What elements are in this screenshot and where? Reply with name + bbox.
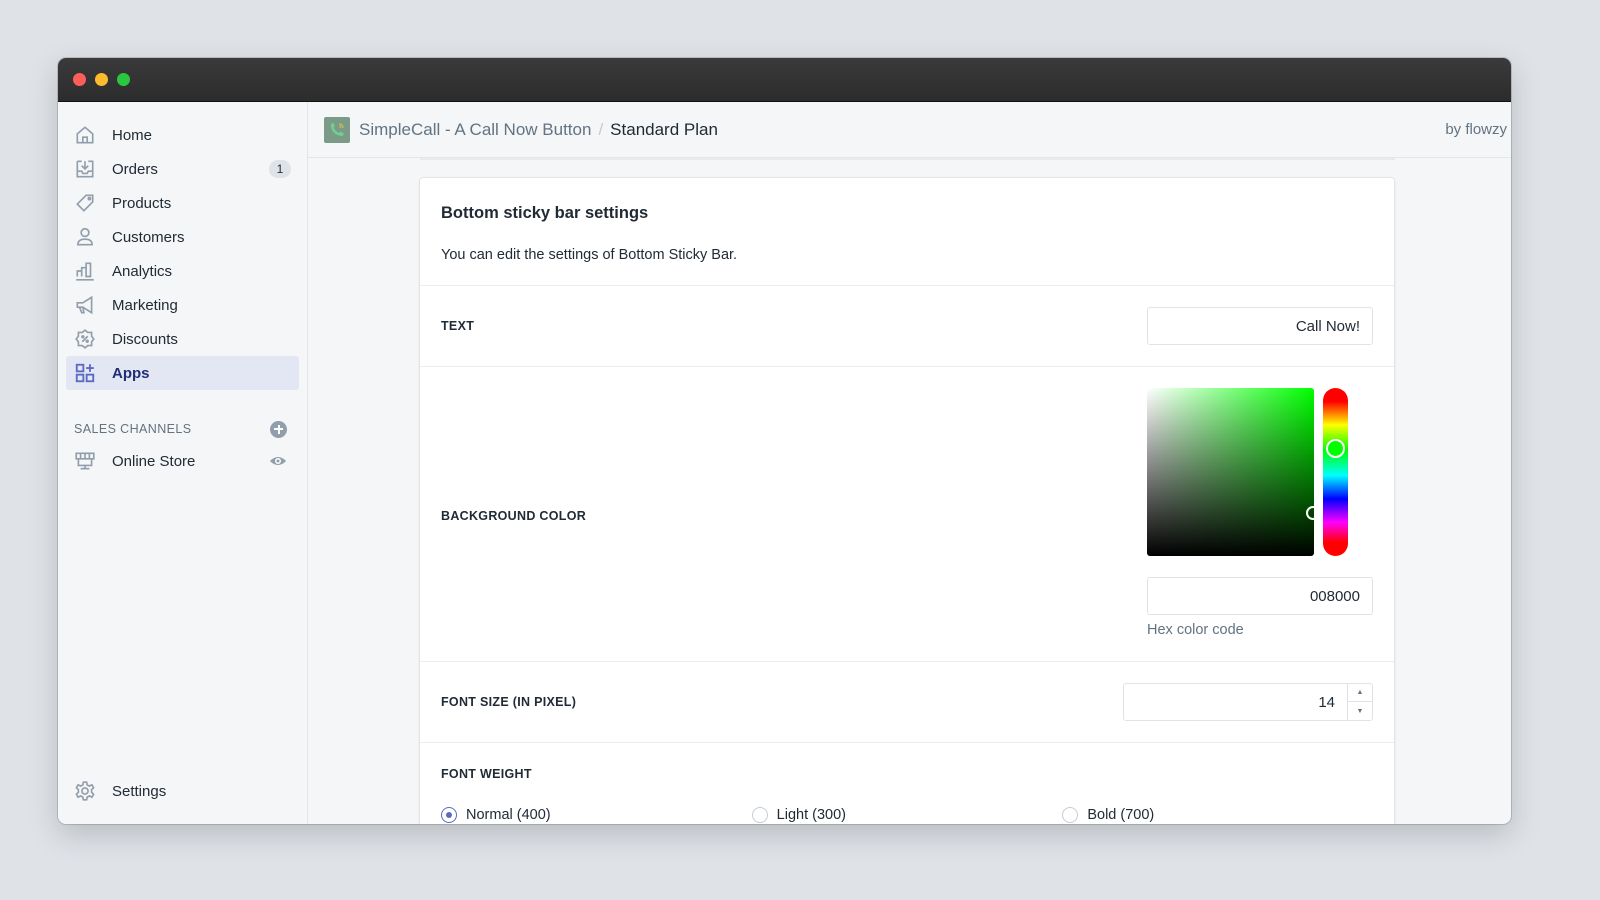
main-content: SimpleCall - A Call Now Button / Standar… — [308, 102, 1511, 824]
sidebar-settings-wrapper: Settings — [58, 774, 307, 808]
sidebar-item-online-store[interactable]: Online Store — [66, 444, 299, 478]
orders-count-badge: 1 — [269, 160, 291, 178]
close-window-button[interactable] — [73, 73, 86, 86]
radio-label: Bold (700) — [1087, 807, 1155, 823]
sidebar-item-customers[interactable]: Customers — [66, 220, 299, 254]
hue-slider[interactable] — [1323, 388, 1348, 556]
font-size-row: FONT SIZE (IN PIXEL) 14 ▲ ▼ — [420, 662, 1394, 743]
saturation-handle[interactable] — [1306, 506, 1320, 520]
app-header: SimpleCall - A Call Now Button / Standar… — [308, 102, 1511, 158]
sidebar-item-label: Discounts — [112, 330, 178, 348]
radio-circle[interactable] — [1062, 807, 1079, 823]
sidebar-item-orders[interactable]: Orders 1 — [66, 152, 299, 186]
radio-label: Normal (400) — [466, 807, 551, 823]
font-size-label: FONT SIZE (IN PIXEL) — [441, 695, 577, 709]
radio-bold-700[interactable]: Bold (700) — [1062, 807, 1373, 823]
sidebar-item-analytics[interactable]: Analytics — [66, 254, 299, 288]
font-weight-label: FONT WEIGHT — [441, 767, 532, 781]
sidebar-item-label: Settings — [112, 782, 167, 800]
gear-icon — [74, 780, 96, 802]
increment-button[interactable]: ▲ — [1348, 684, 1372, 702]
discount-icon — [74, 328, 96, 350]
sales-channels-label: SALES CHANNELS — [74, 422, 192, 436]
sticky-bar-settings-card: Bottom sticky bar settings You can edit … — [420, 178, 1394, 824]
sidebar-item-label: Marketing — [112, 296, 178, 314]
browser-window: Home Orders 1 Products Customers Analyti… — [58, 58, 1511, 824]
sidebar-item-label: Analytics — [112, 262, 173, 280]
megaphone-icon — [74, 294, 96, 316]
home-icon — [74, 124, 96, 146]
sidebar-item-home[interactable]: Home — [66, 118, 299, 152]
font-size-stepper[interactable]: 14 ▲ ▼ — [1123, 683, 1373, 721]
font-size-value[interactable]: 14 — [1318, 684, 1335, 720]
sidebar-item-label: Home — [112, 126, 153, 144]
text-label: TEXT — [441, 319, 475, 333]
text-input[interactable]: Call Now! — [1147, 307, 1373, 345]
sidebar-item-products[interactable]: Products — [66, 186, 299, 220]
breadcrumb-current: Standard Plan — [610, 119, 718, 139]
sidebar-item-label: Online Store — [112, 452, 196, 470]
tag-icon — [74, 192, 96, 214]
sidebar-item-apps[interactable]: Apps — [66, 356, 299, 390]
card-description: You can edit the settings of Bottom Stic… — [441, 247, 738, 263]
store-icon — [74, 450, 96, 472]
radio-normal-400[interactable]: Normal (400) — [441, 807, 752, 823]
hue-slider-handle[interactable] — [1326, 439, 1345, 458]
background-color-row: BACKGROUND COLOR 008000 Hex color code — [420, 367, 1394, 662]
breadcrumb-app-link[interactable]: SimpleCall - A Call Now Button — [359, 120, 591, 140]
stepper-buttons: ▲ ▼ — [1347, 684, 1372, 720]
sidebar-item-label: Customers — [112, 228, 185, 246]
sidebar-item-discounts[interactable]: Discounts — [66, 322, 299, 356]
card-title: Bottom sticky bar settings — [441, 204, 649, 222]
person-icon — [74, 226, 96, 248]
radio-circle[interactable] — [751, 807, 768, 823]
hex-color-help-text: Hex color code — [1147, 622, 1244, 638]
sidebar-item-marketing[interactable]: Marketing — [66, 288, 299, 322]
breadcrumb-separator: / — [598, 119, 604, 139]
developer-byline: by flowzy — [1445, 121, 1507, 138]
saturation-brightness-area[interactable] — [1147, 388, 1320, 556]
bar-chart-icon — [74, 260, 96, 282]
apps-icon — [74, 362, 96, 384]
background-color-label: BACKGROUND COLOR — [441, 509, 587, 523]
card-header: Bottom sticky bar settings You can edit … — [420, 178, 1394, 286]
simplecall-logo-icon — [324, 116, 350, 143]
hex-color-input[interactable]: 008000 — [1147, 577, 1373, 615]
font-weight-row: FONT WEIGHT Normal (400) Light (300) Bol… — [420, 743, 1394, 824]
previous-card-edge — [420, 158, 1395, 160]
add-sales-channel-icon[interactable] — [270, 420, 287, 438]
sidebar-item-label: Apps — [112, 364, 150, 382]
sidebar: Home Orders 1 Products Customers Analyti… — [58, 102, 308, 824]
view-store-eye-icon[interactable] — [269, 452, 287, 470]
decrement-button[interactable]: ▼ — [1348, 702, 1372, 720]
sidebar-item-label: Orders — [112, 160, 158, 178]
radio-circle-checked[interactable] — [441, 807, 457, 823]
sidebar-item-settings[interactable]: Settings — [66, 774, 299, 808]
radio-label: Light (300) — [776, 807, 846, 823]
text-setting-row: TEXT Call Now! — [420, 286, 1394, 367]
orders-icon — [74, 158, 96, 180]
sidebar-item-label: Products — [112, 194, 172, 212]
minimize-window-button[interactable] — [95, 73, 108, 86]
radio-light-300[interactable]: Light (300) — [751, 807, 1063, 823]
title-bar — [58, 58, 1511, 102]
admin-app: Home Orders 1 Products Customers Analyti… — [58, 102, 1511, 824]
maximize-window-button[interactable] — [117, 73, 130, 86]
font-weight-radio-group: Normal (400) Light (300) Bold (700) — [441, 807, 1373, 823]
sales-channels-heading: SALES CHANNELS — [58, 414, 307, 444]
